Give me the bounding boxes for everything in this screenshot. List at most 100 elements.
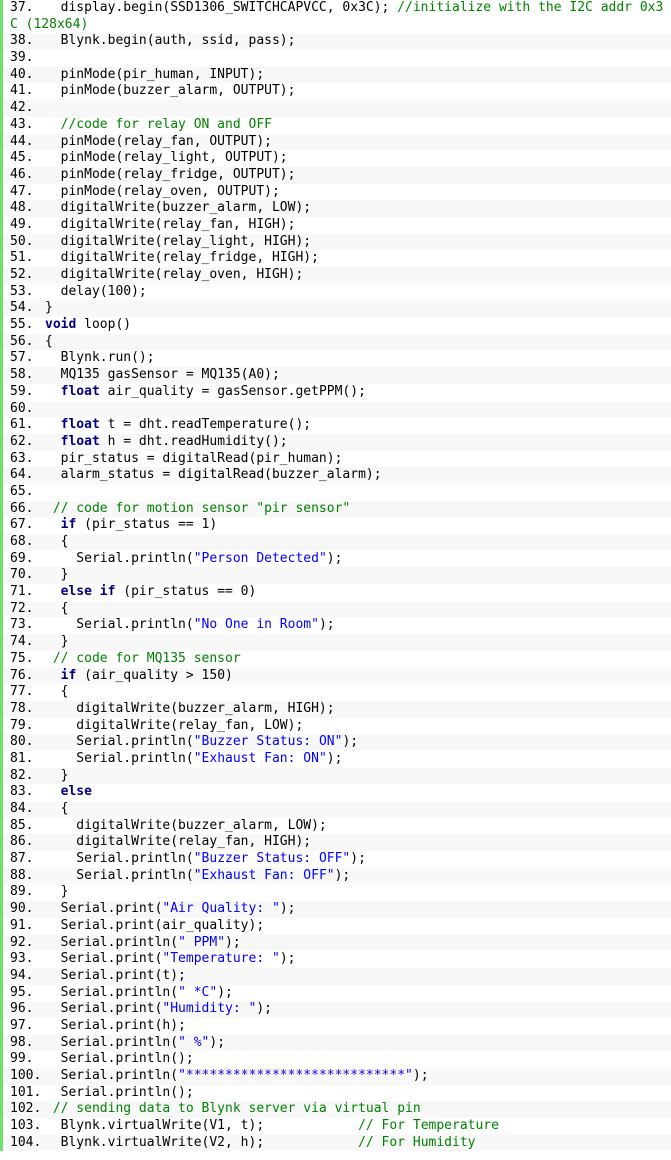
- code-text: (air_quality > 150): [76, 667, 233, 683]
- code-line: 70. }: [0, 567, 671, 585]
- code-keyword: else if: [60, 584, 116, 600]
- line-number: 58.: [10, 367, 34, 383]
- code-keyword: else: [60, 784, 92, 800]
- code-text: Serial.println(: [45, 617, 194, 633]
- code-line: 47. pinMode(relay_oven, OUTPUT);: [0, 183, 671, 201]
- code-string: " %": [178, 1034, 210, 1050]
- line-number: 43.: [10, 116, 34, 132]
- code-line: 52. digitalWrite(relay_oven, HIGH);: [0, 267, 671, 284]
- line-number: 97.: [10, 1017, 34, 1033]
- line-number: 60.: [10, 400, 34, 416]
- code-text: );: [326, 550, 343, 566]
- code-text: }: [45, 300, 53, 316]
- line-number: 73.: [10, 617, 34, 633]
- line-number: 89.: [10, 884, 34, 900]
- code-line: 54.}: [0, 300, 671, 318]
- code-text: Serial.println(: [45, 1068, 179, 1084]
- code-text: );: [318, 617, 335, 633]
- code-line: 88. Serial.println("Exhaust Fan: OFF");: [0, 867, 671, 885]
- code-line: 61. float t = dht.readTemperature();: [0, 417, 671, 434]
- code-line: 92. Serial.println(" PPM");: [0, 934, 671, 952]
- code-line: 66. // code for motion sensor "pir senso…: [0, 500, 671, 518]
- code-line: 71. else if (pir_status == 0): [0, 584, 671, 601]
- code-string: "Humidity: ": [162, 1001, 257, 1017]
- line-number: 69.: [10, 550, 34, 566]
- code-line: 58. MQ135 gasSensor = MQ135(A0);: [0, 367, 671, 384]
- code-string: "Temperature: ": [162, 951, 280, 967]
- line-number: 40.: [10, 66, 34, 82]
- line-number: 100.: [10, 1068, 42, 1084]
- code-text: digitalWrite(relay_fan, HIGH);: [45, 216, 296, 232]
- code-text: digitalWrite(relay_fan, LOW);: [45, 717, 304, 733]
- line-number: 103.: [10, 1118, 42, 1134]
- code-line: 41. pinMode(buzzer_alarm, OUTPUT);: [0, 83, 671, 101]
- code-string: "Buzzer Status: OFF": [193, 851, 351, 867]
- code-comment: //code for relay ON and OFF: [45, 116, 272, 132]
- code-line: 37. display.begin(SSD1306_SWITCHCAPVCC, …: [0, 0, 671, 34]
- code-line: 91. Serial.print(air_quality);: [0, 917, 671, 935]
- code-line: 78. digitalWrite(buzzer_alarm, HIGH);: [0, 700, 671, 718]
- code-text: h = dht.readHumidity();: [99, 433, 288, 449]
- code-text: );: [209, 1034, 226, 1050]
- line-number: 84.: [10, 801, 34, 817]
- line-number: 52.: [10, 267, 34, 283]
- code-text: Serial.print(h);: [45, 1017, 186, 1033]
- line-number: 98.: [10, 1034, 34, 1050]
- code-line: 59. float air_quality = gasSensor.getPPM…: [0, 383, 671, 401]
- code-line: 56. {: [0, 333, 671, 351]
- code-text: digitalWrite(buzzer_alarm, LOW);: [45, 817, 327, 833]
- code-text: );: [326, 750, 343, 766]
- code-line: 45. pinMode(relay_light, OUTPUT);: [0, 150, 671, 167]
- code-text: Serial.print(air_quality);: [45, 917, 265, 933]
- code-line: 50. digitalWrite(relay_light, HIGH);: [0, 233, 671, 251]
- line-number: 81.: [10, 750, 34, 766]
- code-line: 64. alarm_status = digitalRead(buzzer_al…: [0, 467, 671, 484]
- line-number: 80.: [10, 734, 34, 750]
- code-text: Serial.println(: [45, 934, 179, 950]
- line-number: 51.: [10, 250, 34, 266]
- code-line: 95. Serial.println(" *C");: [0, 984, 671, 1002]
- code-line: 100. Serial.println("*******************…: [0, 1068, 671, 1085]
- line-number: 75.: [10, 650, 34, 666]
- code-text: Serial.println(: [45, 750, 194, 766]
- code-keyword: float: [60, 417, 100, 433]
- code-text: }: [45, 567, 69, 583]
- code-line: 48. digitalWrite(buzzer_alarm, LOW);: [0, 200, 671, 217]
- code-text: );: [256, 1001, 272, 1017]
- code-keyword: void: [45, 317, 77, 333]
- code-text: Serial.println();: [45, 1051, 194, 1067]
- line-number: 53.: [10, 283, 34, 299]
- code-keyword: if: [60, 517, 77, 533]
- code-line: 49. digitalWrite(relay_fan, HIGH);: [0, 216, 671, 234]
- line-number: 46.: [10, 166, 34, 182]
- code-text: );: [350, 851, 366, 867]
- code-comment: // sending data to Blynk server via virt…: [45, 1101, 421, 1117]
- code-text: pinMode(relay_light, OUTPUT);: [45, 150, 288, 166]
- code-line: 101. Serial.println();: [0, 1084, 671, 1102]
- line-number: 54.: [10, 300, 34, 316]
- code-line: 79. digitalWrite(relay_fan, LOW);: [0, 717, 671, 735]
- line-number: 55.: [10, 317, 34, 333]
- code-line: 96. Serial.print("Humidity: ");: [0, 1001, 671, 1018]
- code-text: Blynk.virtualWrite(V2, h);: [45, 1134, 359, 1150]
- code-keyword: if: [60, 667, 77, 683]
- code-text: Serial.print(: [45, 901, 163, 917]
- line-number: 56.: [10, 333, 34, 349]
- line-number: 72.: [10, 600, 34, 616]
- code-line: 39.: [0, 50, 671, 67]
- code-text: digitalWrite(buzzer_alarm, LOW);: [45, 200, 312, 216]
- line-number: 94.: [10, 967, 34, 983]
- code-text: );: [225, 934, 241, 950]
- code-string: "Exhaust Fan: OFF": [193, 867, 335, 883]
- code-string: "Air Quality: ": [162, 901, 280, 917]
- line-number: 99.: [10, 1051, 34, 1067]
- code-text: Serial.println(: [45, 851, 194, 867]
- code-line: 84. {: [0, 801, 671, 818]
- code-text: );: [412, 1068, 429, 1084]
- code-line: 68. {: [0, 534, 671, 551]
- code-text: );: [279, 951, 296, 967]
- line-number: 95.: [10, 984, 34, 1000]
